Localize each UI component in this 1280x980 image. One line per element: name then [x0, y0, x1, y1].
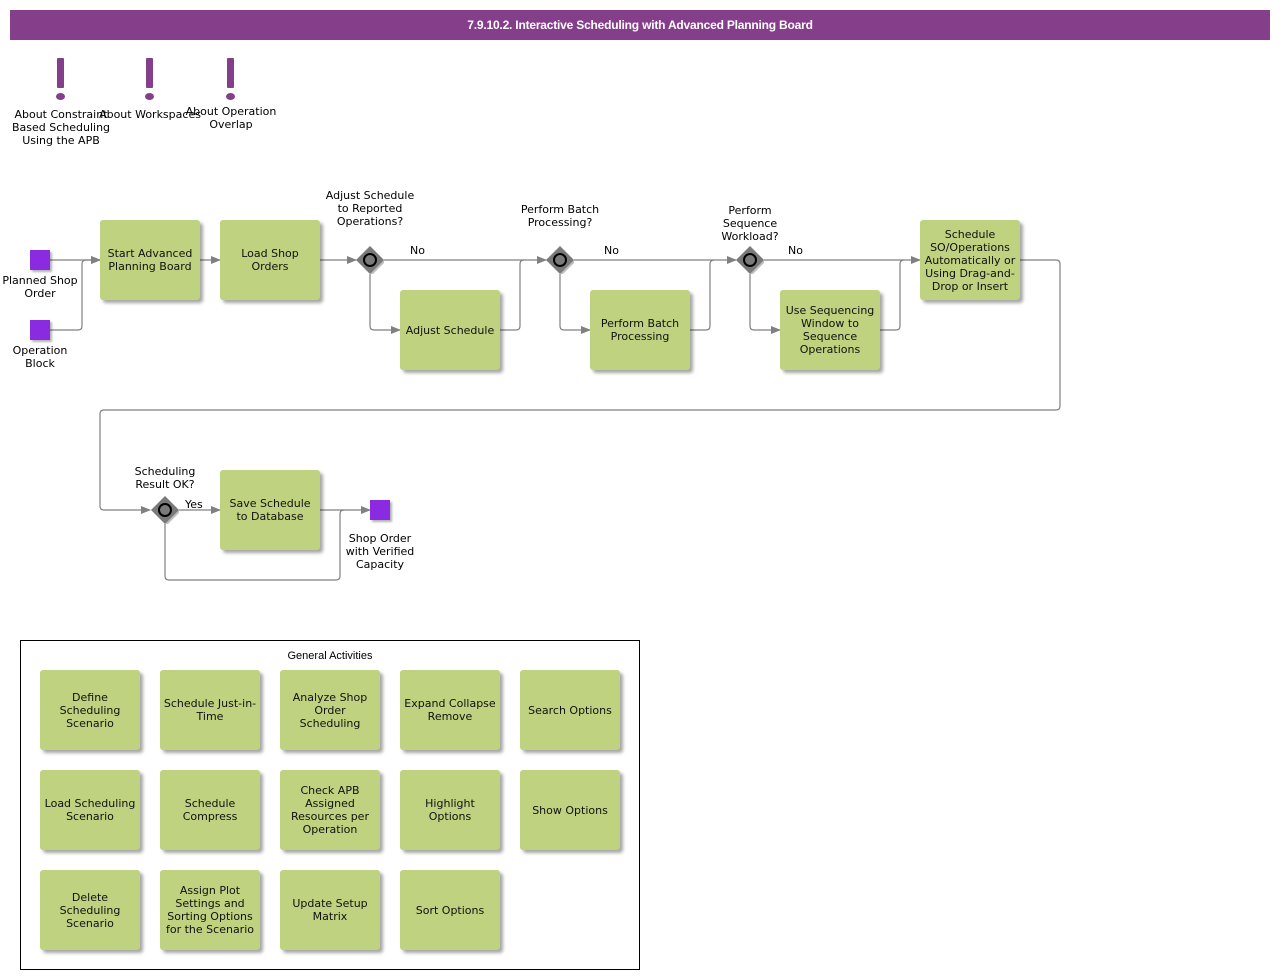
event-label: Operation Block: [12, 344, 68, 370]
group-title: General Activities: [287, 650, 373, 662]
flow-adjust-merge: [500, 259, 525, 331]
general-activity-item[interactable]: Highlight Options: [400, 770, 500, 850]
general-activity-item[interactable]: Search Options: [520, 670, 620, 750]
task-use-sequencing[interactable]: Use Sequencing Window to Sequence Operat…: [780, 290, 880, 370]
flow-batch-merge: [690, 259, 715, 331]
flow-seq-merge: [880, 259, 905, 331]
start-event-planned-shop-order[interactable]: [30, 250, 50, 270]
general-activity-item[interactable]: Load Scheduling Scenario: [40, 770, 140, 850]
flow-gw2-yes: [559, 274, 591, 334]
general-activity-item[interactable]: Analyze Shop Order Scheduling: [280, 670, 380, 750]
gateway-sequence[interactable]: [736, 246, 764, 274]
general-activity-item[interactable]: Delete Scheduling Scenario: [40, 870, 140, 950]
gateway-batch[interactable]: [546, 246, 574, 274]
general-activity-item[interactable]: Expand Collapse Remove: [400, 670, 500, 750]
start-event-operation-block[interactable]: [30, 320, 50, 340]
gateway-result[interactable]: [151, 496, 179, 524]
general-activity-item[interactable]: Schedule Just-in-Time: [160, 670, 260, 750]
gateway-label: Perform Batch Processing?: [520, 203, 600, 229]
general-activity-item[interactable]: Show Options: [520, 770, 620, 850]
general-activity-item[interactable]: Update Setup Matrix: [280, 870, 380, 950]
end-event-verified-capacity[interactable]: [370, 500, 390, 520]
general-activity-item[interactable]: Sort Options: [400, 870, 500, 950]
task-perform-batch[interactable]: Perform Batch Processing: [590, 290, 690, 370]
general-activity-item[interactable]: Check APB Assigned Resources per Operati…: [280, 770, 380, 850]
general-activity-item[interactable]: Assign Plot Settings and Sorting Options…: [160, 870, 260, 950]
task-schedule-so[interactable]: Schedule SO/Operations Automatically or …: [920, 220, 1020, 300]
gateway-label: Adjust Schedule to Reported Operations?: [325, 189, 415, 228]
task-start-apb[interactable]: Start Advanced Planning Board: [100, 220, 200, 300]
general-activity-item[interactable]: Define Scheduling Scenario: [40, 670, 140, 750]
flow-label-no: No: [788, 244, 803, 257]
task-adjust-schedule[interactable]: Adjust Schedule: [400, 290, 500, 370]
gateway-label: Scheduling Result OK?: [134, 465, 196, 491]
flow-label-yes: Yes: [185, 498, 203, 511]
task-save-schedule[interactable]: Save Schedule to Database: [220, 470, 320, 550]
event-label: Shop Order with Verified Capacity: [345, 532, 415, 571]
flow-label-no: No: [604, 244, 619, 257]
gateway-adjust[interactable]: [356, 246, 384, 274]
flow-label-no: No: [410, 244, 425, 257]
flow-gw3-yes: [749, 274, 781, 334]
task-load-shop-orders[interactable]: Load Shop Orders: [220, 220, 320, 300]
event-label: Planned Shop Order: [2, 274, 78, 300]
gateway-label: Perform Sequence Workload?: [721, 204, 779, 243]
flow-gw1-yes: [369, 274, 401, 334]
general-activity-item[interactable]: Schedule Compress: [160, 770, 260, 850]
